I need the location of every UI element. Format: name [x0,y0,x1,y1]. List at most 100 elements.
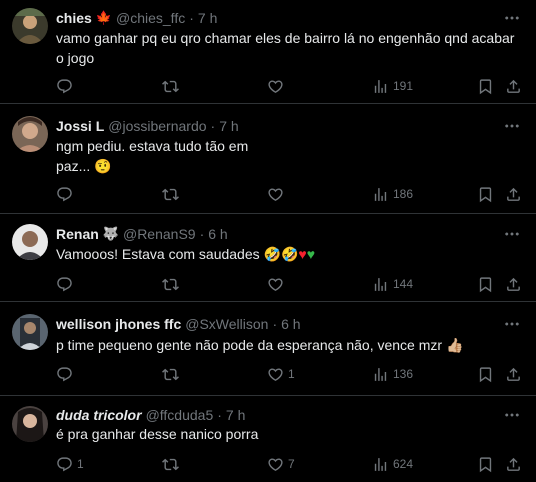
bar-chart-icon [372,456,389,473]
tweet-actions: 144 [0,274,536,294]
timestamp[interactable]: 6 h [281,314,300,334]
like-count: 7 [288,457,295,471]
view-count: 136 [393,367,414,381]
bar-chart-icon [372,78,389,95]
separator-dot: · [210,118,216,134]
tweet-header: wellison jhones ffc @SxWellison · 6 h [56,314,496,334]
more-dots-icon[interactable] [502,314,522,334]
reply-count: 1 [77,457,84,471]
bar-chart-icon [372,276,389,293]
speech-bubble-icon [56,456,73,473]
tweet-post[interactable]: duda tricolor @ffcduda5 · 7 h é pra ganh… [0,396,536,482]
avatar[interactable] [12,314,48,350]
like-button[interactable]: 1 [267,364,295,384]
views-button[interactable]: 624 [372,454,413,474]
tweet-text: vamo ganhar pq eu qro chamar eles de bai… [56,30,515,66]
repost-button[interactable] [162,454,183,474]
share-button[interactable] [505,184,522,204]
like-button[interactable] [267,76,288,96]
like-button[interactable] [267,274,288,294]
share-upload-icon [505,186,522,203]
display-name[interactable]: chies [56,8,92,28]
repost-button[interactable] [162,184,183,204]
laughing-emoji: 🤣 [280,246,299,262]
green-heart-emoji: ♥ [306,246,316,262]
heart-outline-icon [267,366,284,383]
display-name[interactable]: duda tricolor [56,405,142,425]
heart-outline-icon [267,78,284,95]
share-button[interactable] [505,454,522,474]
bookmark-icon [477,456,494,473]
bookmark-icon [477,186,494,203]
views-button[interactable]: 191 [372,76,413,96]
repost-arrows-icon [162,276,179,293]
view-count: 191 [393,79,414,93]
timestamp[interactable]: 6 h [208,224,227,244]
more-dots-icon[interactable] [502,8,522,28]
tweet-header: Jossi L @jossibernardo · 7 h [56,116,496,136]
avatar[interactable] [12,116,48,152]
timestamp[interactable]: 7 h [198,8,217,28]
heart-outline-icon [267,186,284,203]
views-button[interactable]: 186 [372,184,413,204]
more-dots-icon[interactable] [502,224,522,244]
bookmark-button[interactable] [477,454,494,474]
display-name[interactable]: Jossi L [56,116,104,136]
bookmark-icon [477,78,494,95]
reply-button[interactable]: 1 [56,454,84,474]
tweet-text-fragment: Vamooos! Estava com saudades [56,246,260,262]
avatar[interactable] [12,8,48,44]
repost-button[interactable] [162,76,183,96]
bookmark-button[interactable] [477,364,494,384]
bar-chart-icon [372,186,389,203]
views-button[interactable]: 136 [372,364,413,384]
reply-button[interactable] [56,274,77,294]
bookmark-button[interactable] [477,76,494,96]
views-button[interactable]: 144 [372,274,413,294]
bookmark-button[interactable] [477,184,494,204]
user-handle[interactable]: @jossibernardo [108,116,206,136]
tweet-post[interactable]: wellison jhones ffc @SxWellison · 6 h p … [0,302,536,396]
tweet-text-fragment: p time pequeno gente não pode da esperan… [56,337,443,353]
display-name[interactable]: Renan [56,224,99,244]
display-name[interactable]: wellison jhones ffc [56,314,181,334]
timestamp[interactable]: 7 h [219,116,238,136]
separator-dot: · [272,316,278,332]
share-button[interactable] [505,76,522,96]
tweet-header: chies 🍁 @chies_ffc · 7 h [56,8,496,28]
reply-button[interactable] [56,76,77,96]
share-button[interactable] [505,364,522,384]
tweet-post[interactable]: Jossi L @jossibernardo · 7 h ngm pediu. … [0,104,536,214]
reply-button[interactable] [56,364,77,384]
more-dots-icon[interactable] [502,405,522,425]
separator-dot: · [199,226,205,242]
laughing-emoji: 🤣 [263,246,281,262]
wolf-emoji: 🐺 [102,226,119,241]
share-button[interactable] [505,274,522,294]
like-button[interactable]: 7 [267,454,295,474]
separator-dot: · [189,10,194,26]
timestamp[interactable]: 7 h [226,405,245,425]
maple-leaf-emoji: 🍁 [95,10,112,25]
like-button[interactable] [267,184,288,204]
tweet-post[interactable]: chies 🍁 @chies_ffc · 7 h vamo ganhar pq … [0,0,536,104]
share-upload-icon [505,366,522,383]
user-handle[interactable]: @RenanS9 [123,224,196,244]
user-handle[interactable]: @ffcduda5 [146,405,214,425]
speech-bubble-icon [56,78,73,95]
avatar[interactable] [12,406,48,442]
tweet-text: ngm pediu. estava tudo tão em paz... 🤨 [56,136,516,176]
user-handle[interactable]: @SxWellison [185,314,268,334]
speech-bubble-icon [56,366,73,383]
repost-arrows-icon [162,186,179,203]
tweet-header: duda tricolor @ffcduda5 · 7 h [56,405,496,425]
tweet-post[interactable]: Renan 🐺 @RenanS9 · 6 h Vamooos! Estava c… [0,214,536,302]
repost-button[interactable] [162,274,183,294]
bookmark-button[interactable] [477,274,494,294]
more-dots-icon[interactable] [502,116,522,136]
user-handle[interactable]: @chies_ffc [116,8,185,28]
repost-button[interactable] [162,364,183,384]
avatar[interactable] [12,224,48,260]
tweet-text-line: paz... 🤨 [56,156,516,176]
reply-button[interactable] [56,184,77,204]
